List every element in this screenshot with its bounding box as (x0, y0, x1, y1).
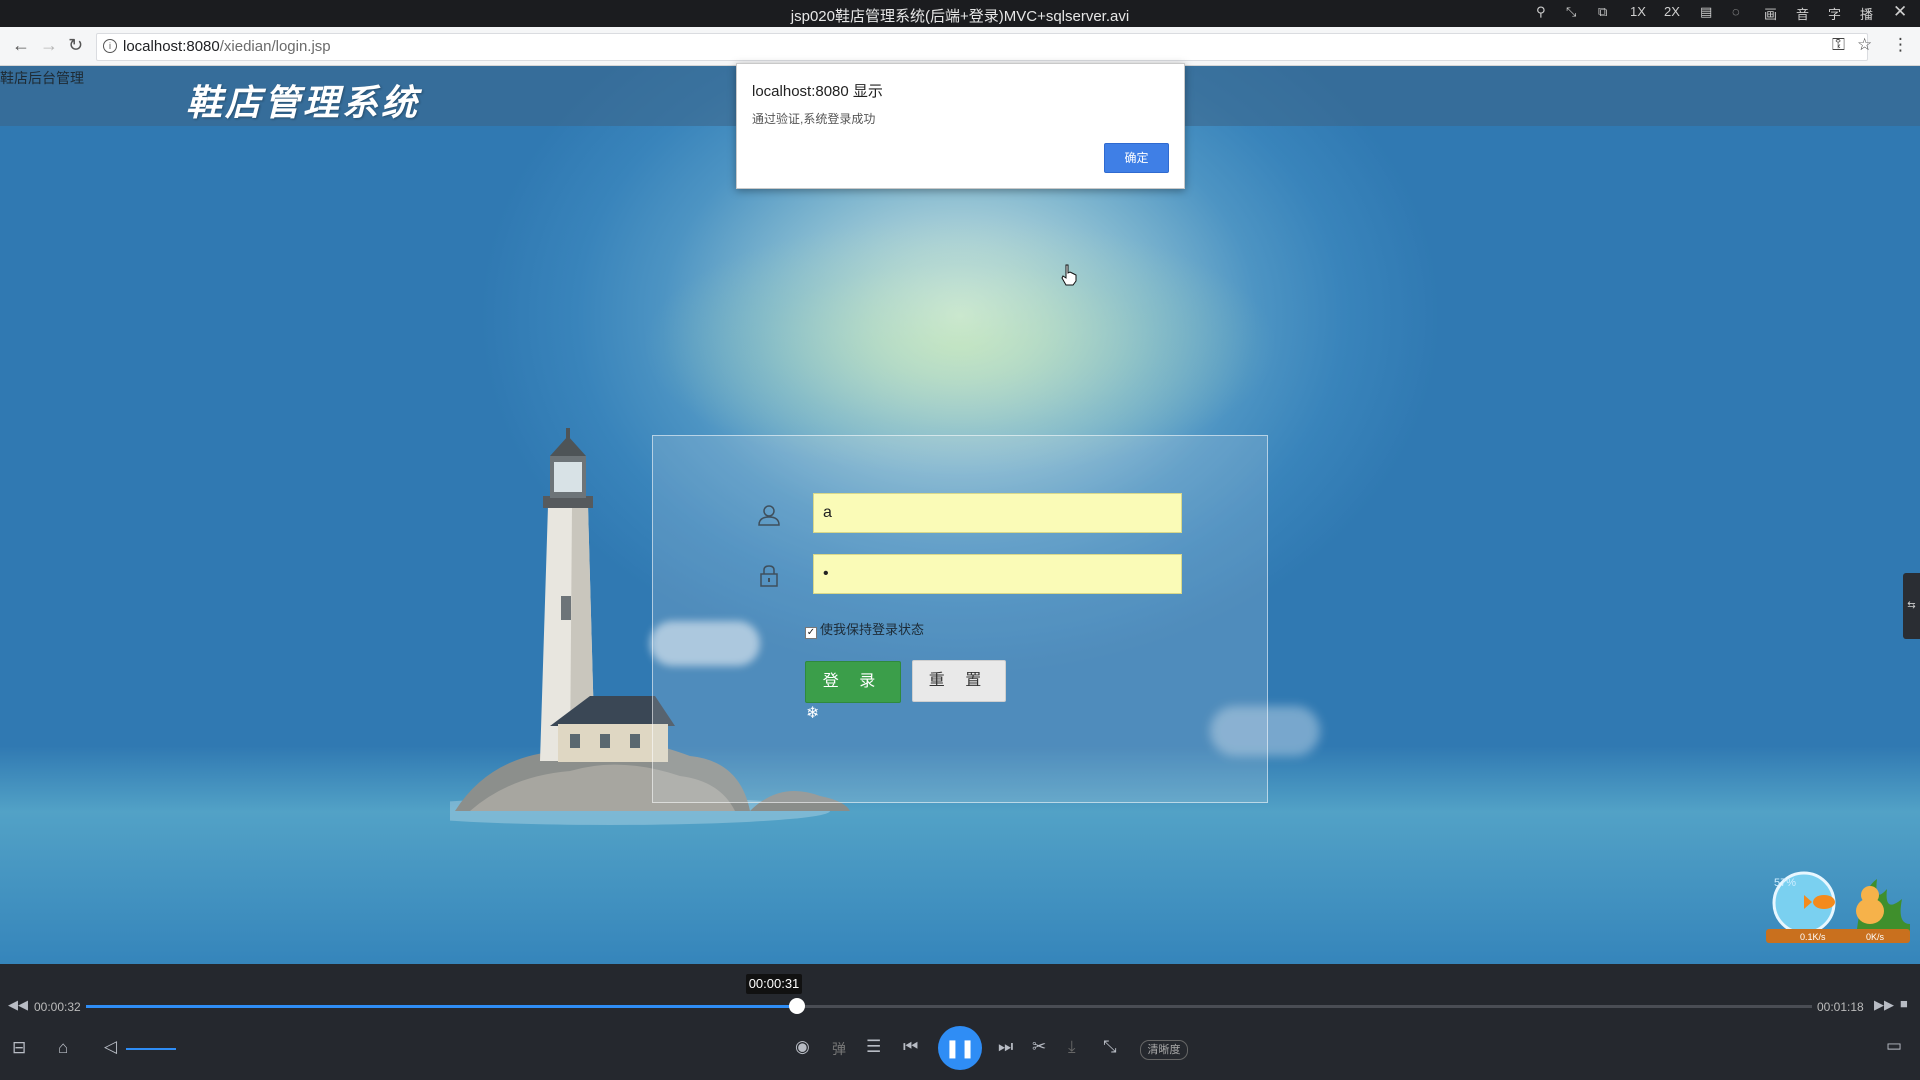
bulb-icon[interactable]: ◌ (1732, 4, 1740, 19)
close-icon[interactable]: ✕ (1893, 2, 1907, 22)
playlist-icon[interactable]: ▤ (1700, 4, 1712, 20)
scissors-icon[interactable]: ✂ (1032, 1037, 1046, 1057)
pause-button[interactable]: ❚❚ (938, 1026, 982, 1070)
side-panel-toggle[interactable]: ⇆ (1903, 573, 1920, 639)
volume-icon[interactable]: ◁ (104, 1037, 117, 1057)
widget-percent: 57% (1774, 877, 1797, 889)
shrink-icon[interactable]: ⤡ (1103, 1037, 1117, 1057)
lock-icon (760, 565, 778, 587)
volume-slider[interactable] (126, 1048, 176, 1050)
rewind-icon[interactable]: ◀◀ (8, 997, 28, 1013)
widget-download-speed: 0K/s (1866, 932, 1885, 942)
dialog-ok-button[interactable]: 确定 (1104, 143, 1169, 173)
web-page: 鞋店后台管理 鞋店管理系统 a • ✓使我保持登录状态 登 录 重 置 ❄ ⇆ (0, 66, 1920, 964)
address-field[interactable]: i localhost:8080/xiedian/login.jsp (96, 33, 1868, 61)
password-input[interactable]: • (813, 554, 1182, 594)
open-folder-icon[interactable]: ⌂ (58, 1038, 68, 1058)
fast-forward-icon[interactable]: ▶▶ (1874, 997, 1894, 1013)
key-icon[interactable]: ⚿ (1832, 35, 1845, 55)
stop-icon[interactable]: ■ (1900, 996, 1908, 1011)
popout-icon[interactable]: ⧉ (1598, 4, 1607, 20)
equalizer-icon[interactable]: ☰ (866, 1037, 881, 1057)
download-icon[interactable]: ⤓ (1068, 1037, 1076, 1057)
url-path: /xiedian/login.jsp (219, 38, 331, 55)
clarity-button[interactable]: 清晰度 (1140, 1040, 1188, 1060)
audio-button[interactable]: 音 (1796, 4, 1809, 23)
reload-icon[interactable]: ↻ (68, 35, 83, 56)
bookmark-star-icon[interactable]: ☆ (1857, 35, 1872, 55)
speed-1x-button[interactable]: 1X (1630, 4, 1646, 19)
eye-icon[interactable]: ◉ (795, 1037, 810, 1057)
dialog-message: 通过验证,系统登录成功 (752, 112, 876, 126)
info-icon[interactable]: i (103, 39, 117, 53)
mini-mode-icon[interactable]: ⤡ (1566, 4, 1576, 20)
login-button[interactable]: 登 录 (805, 661, 901, 703)
subtitle-button[interactable]: 字 (1828, 4, 1841, 23)
seek-time-tooltip: 00:00:31 (746, 974, 802, 994)
speed-2x-button[interactable]: 2X (1664, 4, 1680, 19)
danmaku-button[interactable]: 弹 (832, 1039, 846, 1059)
username-input[interactable]: a (813, 493, 1182, 533)
hand-cursor-icon (1061, 264, 1077, 286)
browser-toolbar: ← → ↻ i localhost:8080/xiedian/login.jsp… (0, 27, 1920, 66)
remember-me-option[interactable]: ✓ 使我保持登录状态 (805, 619, 924, 639)
login-panel: a • ✓ 使我保持登录状态 登 录 重 置 ❄ (652, 435, 1268, 803)
remember-me-label: 使我保持登录状态 (820, 622, 925, 637)
menu-dots-icon[interactable]: ⋮ (1892, 35, 1909, 55)
loading-spinner-icon: ❄ (806, 705, 820, 722)
remember-me-checkbox[interactable]: ✓ (805, 627, 817, 639)
user-icon (758, 505, 780, 526)
reset-button[interactable]: 重 置 (912, 660, 1006, 702)
alert-dialog: localhost:8080 显示 通过验证,系统登录成功 确定 (736, 63, 1185, 189)
pin-icon[interactable]: ⚲ (1536, 4, 1546, 20)
seek-bar[interactable] (86, 1005, 1812, 1008)
window-title-bar: jsp020鞋店管理系统(后端+登录)MVC+sqlserver.avi ⚲ ⤡… (0, 0, 1920, 27)
next-icon[interactable]: ⏭ (998, 1037, 1013, 1057)
brand-logo-text: 鞋店管理系统 (186, 82, 421, 124)
total-time: 00:01:18 (1817, 1000, 1864, 1014)
seek-bar-progress (86, 1005, 798, 1008)
site-label: 鞋店后台管理 (0, 70, 84, 86)
picture-button[interactable]: 画 (1764, 4, 1777, 23)
fullscreen-icon[interactable]: ▭ (1886, 1036, 1902, 1056)
previous-icon[interactable]: ⏮ (903, 1037, 918, 1057)
current-time: 00:00:32 (34, 1000, 81, 1014)
toolbox-icon[interactable]: ⊟ (12, 1038, 26, 1058)
forward-icon[interactable]: → (40, 35, 58, 56)
url-text: localhost:8080/xiedian/login.jsp (123, 38, 331, 55)
dialog-title: localhost:8080 显示 (752, 83, 883, 100)
play-setting-button[interactable]: 播 (1860, 4, 1873, 23)
seek-knob[interactable] (789, 998, 806, 1014)
widget-upload-speed: 0.1K/s (1800, 932, 1826, 942)
back-icon[interactable]: ← (12, 35, 30, 56)
url-host: localhost:8080 (123, 38, 220, 55)
